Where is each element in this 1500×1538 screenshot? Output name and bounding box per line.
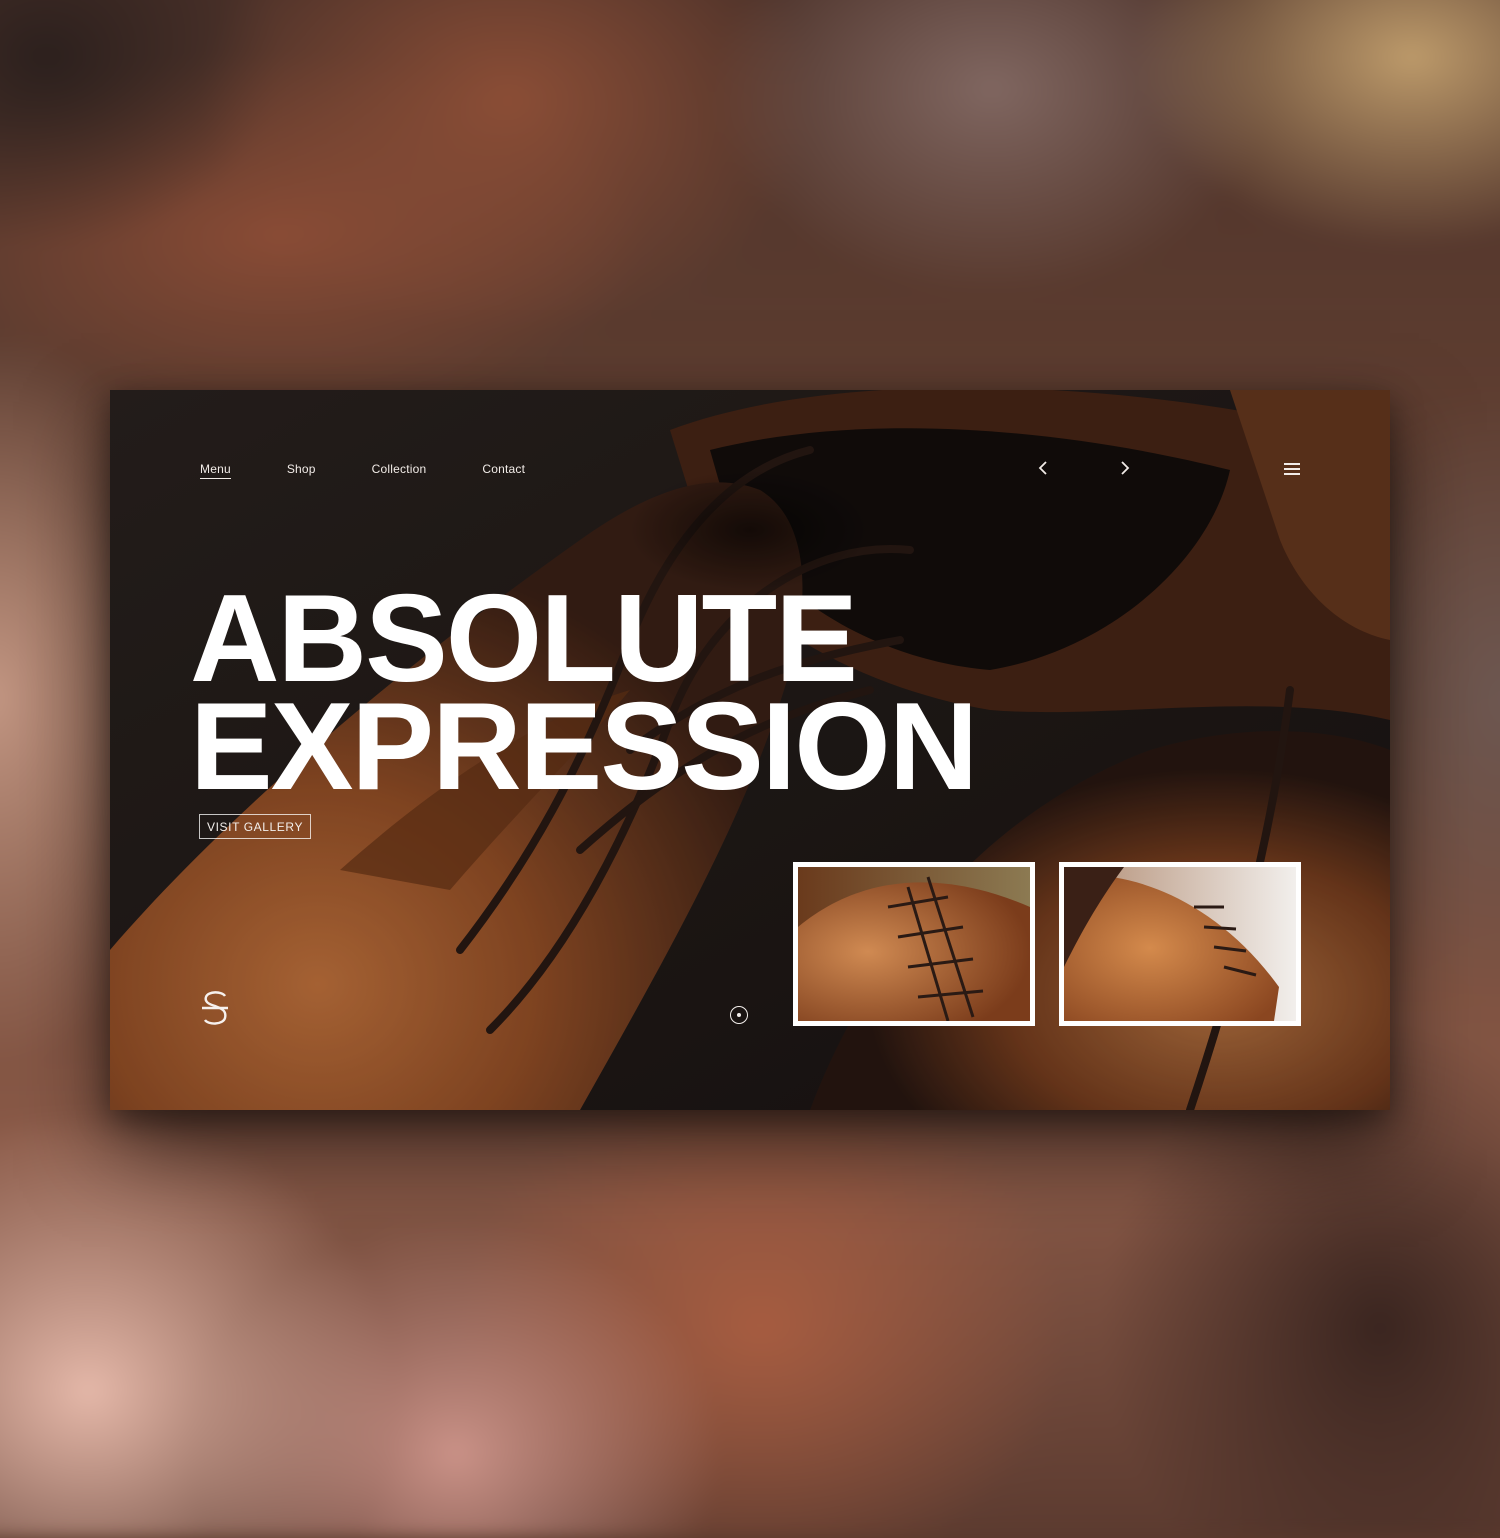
hero-headline: ABSOLUTE EXPRESSION	[190, 570, 978, 816]
nav-item-menu[interactable]: Menu	[200, 462, 231, 479]
nav-item-collection[interactable]: Collection	[372, 462, 427, 479]
s-monogram-logo[interactable]	[198, 988, 232, 1028]
nav-item-shop[interactable]: Shop	[287, 462, 316, 479]
thumbnail-2[interactable]	[1059, 862, 1301, 1026]
chevron-left-icon[interactable]	[1036, 460, 1052, 476]
visit-gallery-button[interactable]: VISIT GALLERY	[199, 814, 312, 839]
main-nav: Menu Shop Collection Contact	[200, 462, 581, 479]
hamburger-icon[interactable]	[1284, 463, 1300, 475]
thumbnail-1[interactable]	[793, 862, 1035, 1026]
headline-line-2: EXPRESSION	[190, 678, 978, 816]
headline-line-1: ABSOLUTE	[190, 570, 858, 708]
slide-indicator-icon[interactable]	[730, 1006, 748, 1024]
chevron-right-icon[interactable]	[1116, 460, 1132, 476]
nav-item-contact[interactable]: Contact	[482, 462, 525, 479]
hero-card: Menu Shop Collection Contact ABSOLUTE EX…	[110, 390, 1390, 1110]
slide-indicator-dot	[737, 1013, 741, 1017]
